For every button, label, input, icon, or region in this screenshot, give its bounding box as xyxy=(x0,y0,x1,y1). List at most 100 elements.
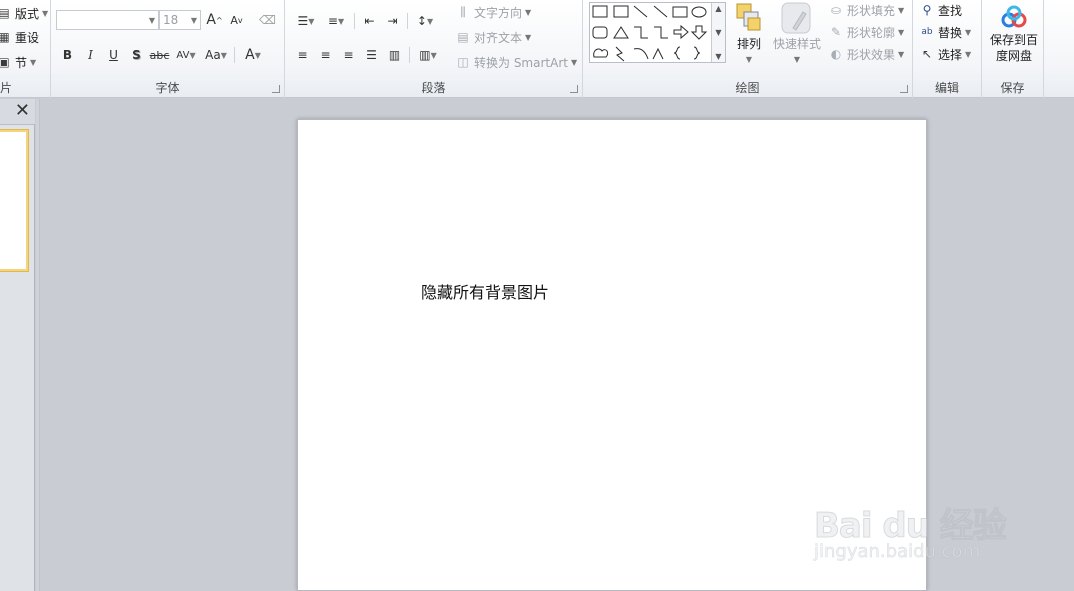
layout-caret-icon: ▼ xyxy=(42,8,49,18)
change-case-icon: Aa xyxy=(205,48,221,62)
columns-button[interactable]: ▥ ▼ xyxy=(413,45,443,65)
italic-icon: I xyxy=(88,48,93,62)
align-left-icon: ≡ xyxy=(297,48,308,62)
arrange-icon xyxy=(736,3,761,31)
slide-text-box[interactable]: 隐藏所有背景图片 xyxy=(421,279,549,303)
grow-font-button[interactable]: A ^ xyxy=(203,10,226,30)
strikethrough-icon: abc xyxy=(149,48,170,62)
decrease-indent-button[interactable]: ⇤ xyxy=(358,11,381,31)
shapes-gallery[interactable]: ▲ ▼ ▼ xyxy=(589,2,726,63)
layout-icon: ▤ xyxy=(0,6,10,20)
paragraph-group: ☰ ▼ ≡ ▼ ⇤ ⇥ ↕ ▼ ≡ ≡ ≡ ☰ ▥ ▥ ▼ ⫼ 文字方向 ▼ ▤… xyxy=(285,0,583,98)
slide-thumbnail[interactable] xyxy=(0,130,28,271)
reset-icon: ▦ xyxy=(0,30,10,44)
align-text-button[interactable]: ▤ 对齐文本 ▼ xyxy=(455,27,531,47)
numbering-button[interactable]: ≡ ▼ xyxy=(321,11,351,31)
font-group: ▼ 18 ▼ A ^ Av ⌫ B I U S abc AV ▼ Aa ▼ A … xyxy=(51,0,285,98)
numbering-icon: ≡ xyxy=(327,14,338,28)
gallery-down-icon[interactable]: ▼ xyxy=(715,28,721,37)
select-button[interactable]: ↖ 选择 ▼ xyxy=(919,44,971,64)
find-button[interactable]: ⚲ 查找 xyxy=(919,0,962,20)
reset-button[interactable]: ▦ 重设 xyxy=(0,27,39,47)
oval-shape-icon xyxy=(691,6,707,18)
watermark-url: jingyan.baidu.com xyxy=(814,541,981,563)
shapes-gallery-scroll[interactable]: ▲ ▼ ▼ xyxy=(711,3,725,62)
editing-group: ⚲ 查找 ab 替换 ▼ ↖ 选择 ▼ 编辑 xyxy=(913,0,982,98)
gallery-up-icon[interactable]: ▲ xyxy=(715,4,721,13)
slides-group-label: 片 xyxy=(0,81,13,95)
change-case-button[interactable]: Aa ▼ xyxy=(201,45,231,65)
quick-styles-button[interactable]: 快速样式 ▼ xyxy=(771,2,823,68)
cloud-shape-icon xyxy=(593,48,609,58)
convert-smartart-button[interactable]: ◫ 转换为 SmartArt ▼ xyxy=(455,52,577,72)
convert-smartart-caret-icon: ▼ xyxy=(570,57,578,67)
save-group: 保存到百 度网盘 保存 xyxy=(982,0,1044,98)
replace-label: 替换 xyxy=(938,25,963,40)
layout-button[interactable]: ▤ 版式 ▼ xyxy=(0,3,48,23)
shape-effects-icon: ◐ xyxy=(830,47,842,61)
font-color-icon: A xyxy=(245,47,255,63)
shape-fill-button[interactable]: ⛀ 形状填充 ▼ xyxy=(828,0,904,20)
bullets-icon: ☰ xyxy=(297,14,309,28)
text-direction-button[interactable]: ⫼ 文字方向 ▼ xyxy=(455,2,531,22)
font-size-combo[interactable]: 18 ▼ xyxy=(159,10,201,30)
distributed-icon: ▥ xyxy=(388,48,401,62)
char-spacing-button[interactable]: AV ▼ xyxy=(171,45,201,65)
shadow-icon: S xyxy=(132,48,141,62)
pen-outline-icon: ✎ xyxy=(830,25,842,39)
layout-label: 版式 xyxy=(15,6,40,21)
line-spacing-button[interactable]: ↕ ▼ xyxy=(411,11,439,31)
shape-outline-caret-icon: ▼ xyxy=(898,27,905,37)
elbow-arrow-connector-icon xyxy=(654,26,668,39)
quick-styles-icon xyxy=(781,2,811,34)
close-pane-icon[interactable]: ✕ xyxy=(15,101,30,121)
quick-styles-caret-icon: ▼ xyxy=(793,55,801,64)
font-color-button[interactable]: A ▼ xyxy=(238,45,268,65)
convert-smartart-label: 转换为 SmartArt xyxy=(474,55,568,70)
shape-outline-button[interactable]: ✎ 形状轮廓 ▼ xyxy=(828,22,904,42)
font-name-combo[interactable]: ▼ xyxy=(56,10,159,30)
find-label: 查找 xyxy=(938,3,963,18)
replace-icon: ab xyxy=(921,27,933,37)
smartart-icon: ◫ xyxy=(457,55,469,69)
italic-button[interactable]: I xyxy=(79,45,102,65)
underline-button[interactable]: U xyxy=(102,45,125,65)
right-arrow-shape-icon xyxy=(673,24,689,40)
bullets-button[interactable]: ☰ ▼ xyxy=(291,11,321,31)
cursor-icon: ↖ xyxy=(921,47,933,61)
drawing-dialog-launcher-icon[interactable] xyxy=(900,85,908,93)
paragraph-dialog-launcher-icon[interactable] xyxy=(570,85,578,93)
shape-fill-caret-icon: ▼ xyxy=(898,5,905,15)
shape-fill-label: 形状填充 xyxy=(847,3,896,18)
bold-button[interactable]: B xyxy=(56,45,79,65)
font-dialog-launcher-icon[interactable] xyxy=(272,85,280,93)
justify-button[interactable]: ☰ xyxy=(360,45,383,65)
shrink-font-button[interactable]: Av xyxy=(225,10,248,30)
section-button[interactable]: ▣ 节 ▼ xyxy=(0,52,36,72)
distributed-button[interactable]: ▥ xyxy=(383,45,406,65)
shadow-button[interactable]: S xyxy=(125,45,148,65)
watermark-brand: Bai du 经验 xyxy=(814,506,1008,547)
shape-outline-label: 形状轮廓 xyxy=(847,25,896,40)
strikethrough-button[interactable]: abc xyxy=(148,45,171,65)
clear-formatting-button[interactable]: ⌫ xyxy=(256,10,279,30)
replace-button[interactable]: ab 替换 ▼ xyxy=(919,22,971,42)
align-text-icon: ▤ xyxy=(457,30,469,44)
paragraph-row-2: ≡ ≡ ≡ ☰ ▥ ▥ ▼ xyxy=(291,45,443,65)
increase-indent-button[interactable]: ⇥ xyxy=(381,11,404,31)
font-group-label: 字体 xyxy=(155,81,180,95)
rectangle-shape-icon xyxy=(672,6,688,18)
editing-group-label: 编辑 xyxy=(934,81,959,95)
gallery-more-icon[interactable]: ▼ xyxy=(715,52,721,61)
align-center-button[interactable]: ≡ xyxy=(314,45,337,65)
slides-group: ▤ 版式 ▼ ▦ 重设 ▣ 节 ▼ 片 xyxy=(0,0,51,98)
shape-effects-button[interactable]: ◐ 形状效果 ▼ xyxy=(828,44,904,64)
triangle-shape-icon xyxy=(613,26,629,39)
save-to-baidu-button[interactable]: 保存到百 度网盘 xyxy=(986,4,1042,64)
text-direction-icon: ⫼ xyxy=(460,4,466,19)
powerpoint-window: ▤ 版式 ▼ ▦ 重设 ▣ 节 ▼ 片 ▼ 18 ▼ A ^ A v ⌫ B I… xyxy=(0,0,1074,591)
bold-icon: B xyxy=(62,48,73,62)
align-left-button[interactable]: ≡ xyxy=(291,45,314,65)
arrange-button[interactable]: 排列 ▼ xyxy=(732,2,766,68)
align-right-button[interactable]: ≡ xyxy=(337,45,360,65)
